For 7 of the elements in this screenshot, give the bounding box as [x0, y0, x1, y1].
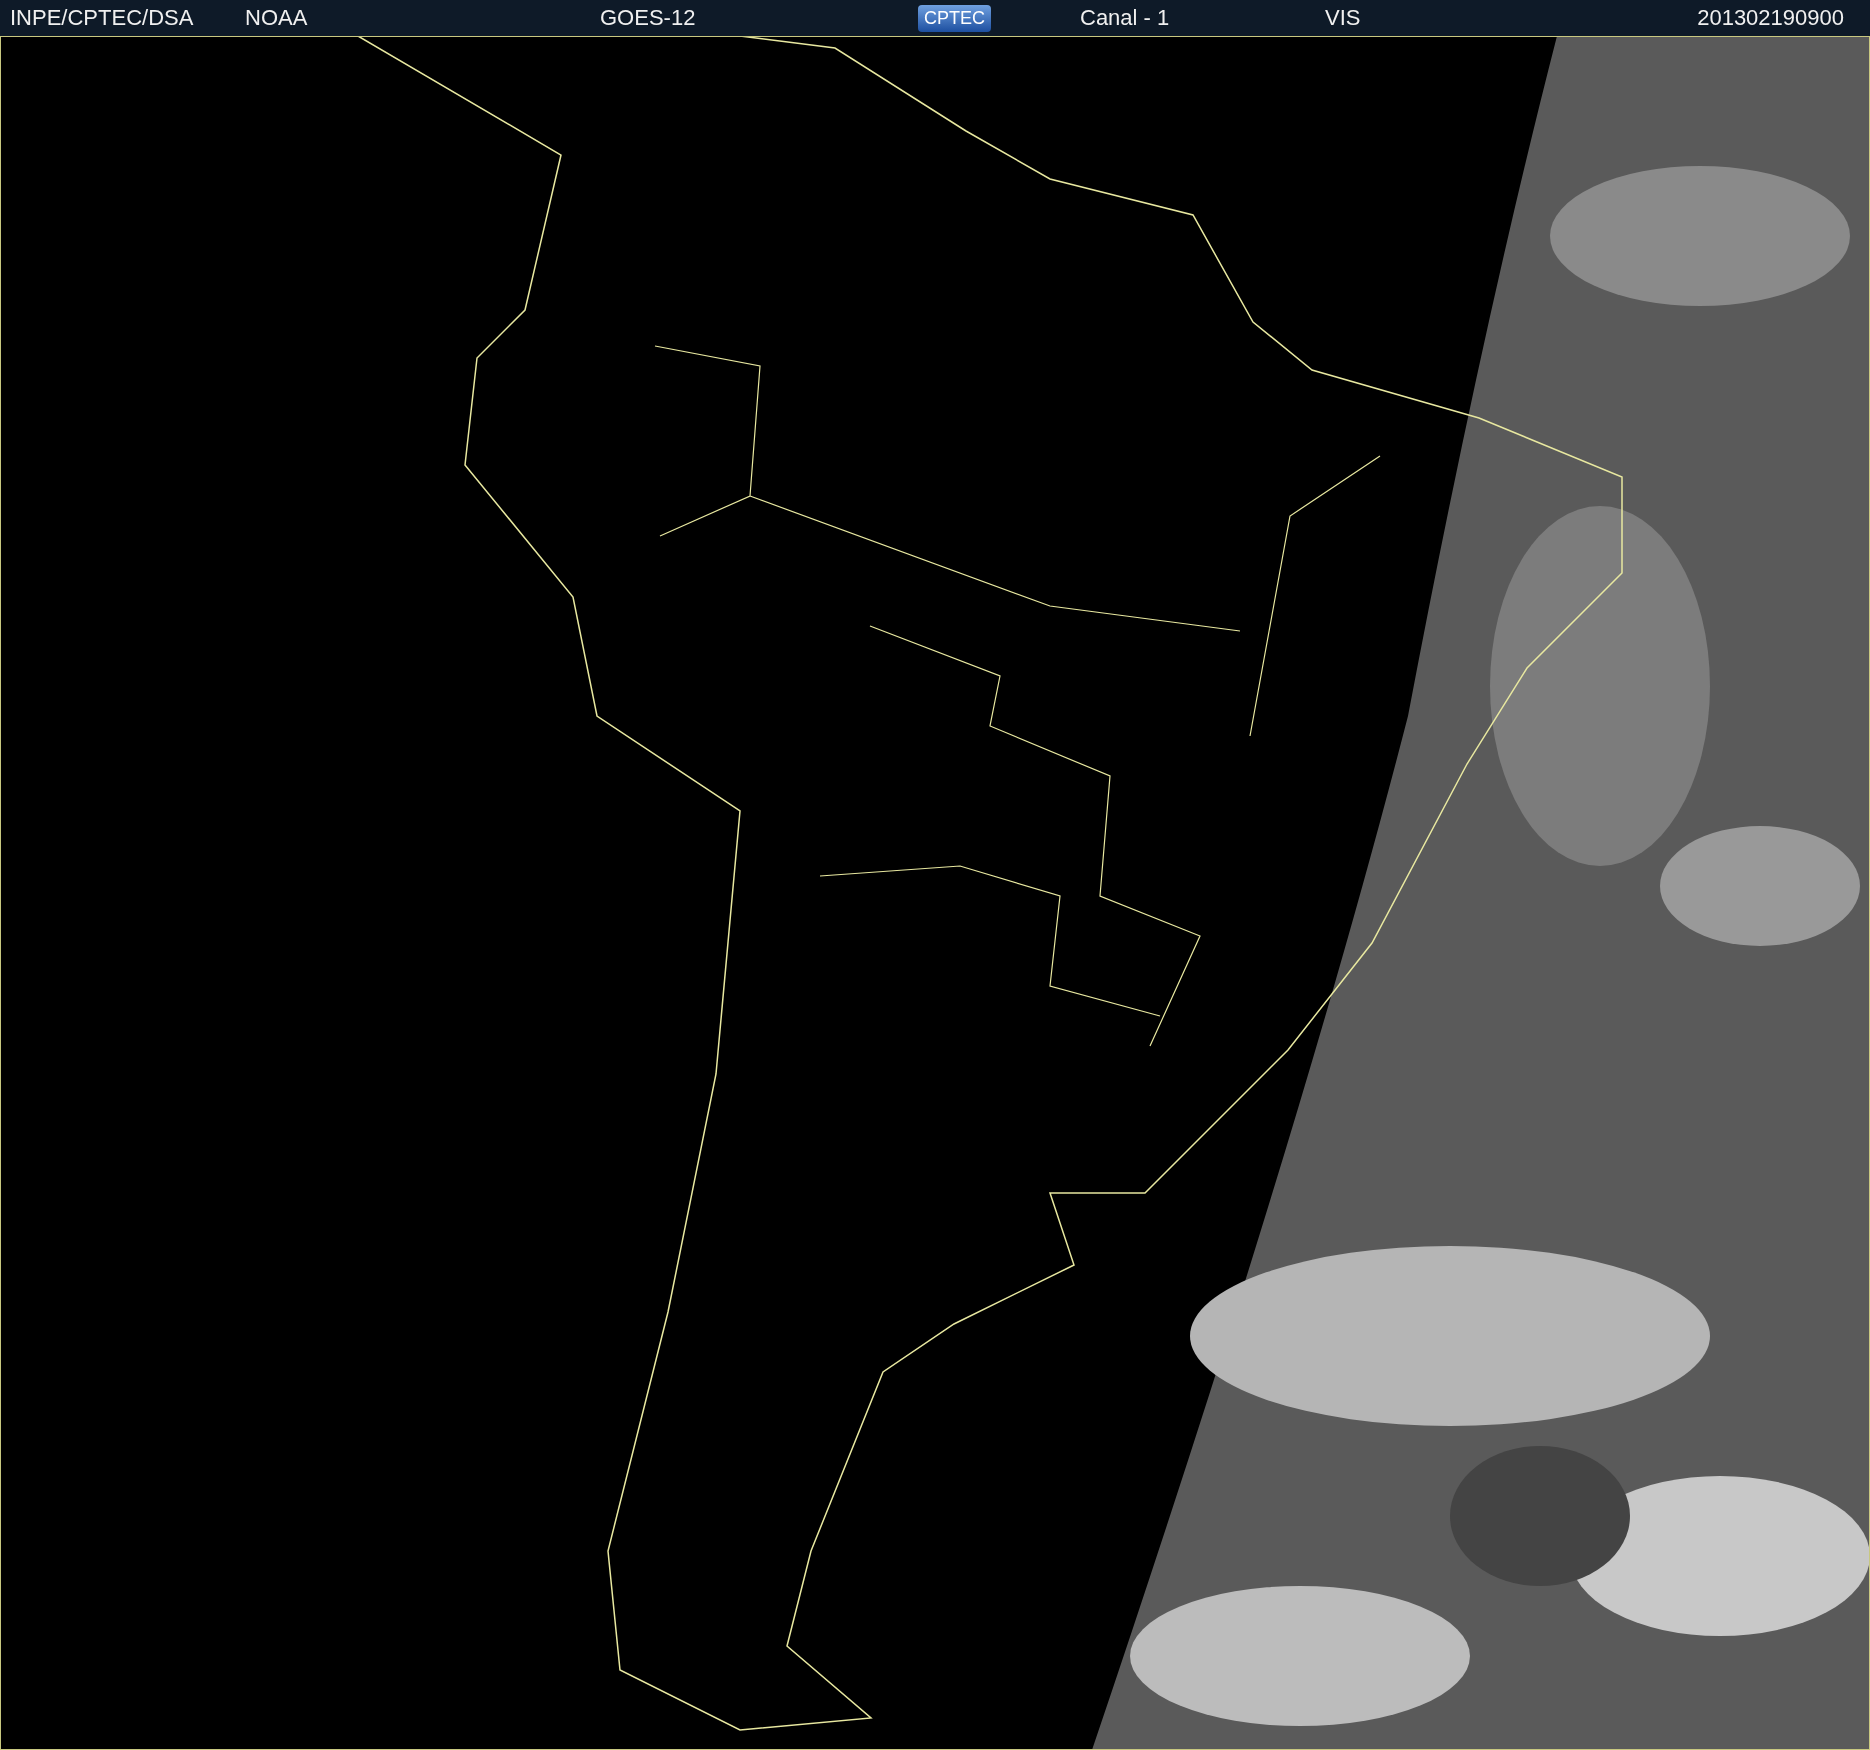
logo: CPTEC: [918, 4, 991, 32]
channel-label: Canal - 1: [1080, 5, 1170, 31]
timestamp-label: 201302190900: [1697, 5, 1844, 31]
source-label: NOAA: [245, 5, 308, 31]
band-label: VIS: [1325, 5, 1361, 31]
satellite-label: GOES-12: [600, 5, 696, 31]
agency-label: INPE/CPTEC/DSA: [10, 5, 194, 31]
